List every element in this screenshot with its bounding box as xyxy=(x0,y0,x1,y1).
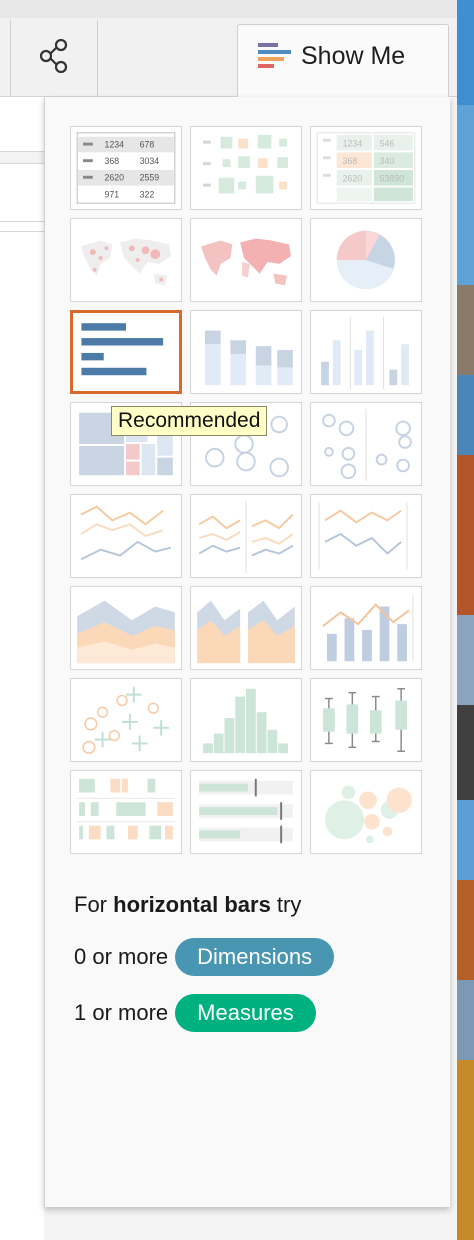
area-discrete-thumbnail[interactable] xyxy=(190,586,302,670)
dual-lines-thumbnail[interactable] xyxy=(310,494,422,578)
filled-map-thumbnail[interactable] xyxy=(190,218,302,302)
stacked-bars-thumbnail[interactable] xyxy=(190,310,302,394)
chart-hint: For horizontal bars try xyxy=(74,892,301,918)
hint-suffix: try xyxy=(270,892,302,917)
share-button[interactable] xyxy=(10,20,98,96)
text-table-thumbnail[interactable]: 1234 678 368 3034 2620 2559 971 322 xyxy=(70,126,182,210)
show-me-icon xyxy=(258,43,292,78)
measures-pill: Measures xyxy=(175,994,316,1032)
side-by-side-circles-thumbnail[interactable] xyxy=(310,402,422,486)
background-photo-strip xyxy=(457,0,474,1240)
horizontal-bars-thumbnail[interactable] xyxy=(70,310,182,394)
show-me-label: Show Me xyxy=(301,42,406,70)
lines-continuous-thumbnail[interactable] xyxy=(70,494,182,578)
highlight-cell: 546 xyxy=(380,139,395,149)
highlight-cell: 53890 xyxy=(380,174,405,184)
dimensions-count: 0 or more xyxy=(74,944,169,969)
table-cell: 2559 xyxy=(140,173,160,183)
gantt-chart-thumbnail[interactable] xyxy=(70,770,182,854)
show-me-tab[interactable]: Show Me xyxy=(237,24,449,98)
highlight-cell: 1234 xyxy=(343,139,363,149)
measures-requirement: 1 or more Measures xyxy=(74,994,316,1032)
packed-bubbles-thumbnail[interactable] xyxy=(310,770,422,854)
hint-prefix: For xyxy=(74,892,114,917)
symbol-map-thumbnail[interactable] xyxy=(70,218,182,302)
table-cell: 1234 xyxy=(105,140,125,150)
hint-chart-type: horizontal bars xyxy=(113,892,271,917)
worksheet-area xyxy=(0,97,44,1240)
table-cell: 368 xyxy=(105,156,120,166)
histogram-thumbnail[interactable] xyxy=(190,678,302,762)
lines-discrete-thumbnail[interactable] xyxy=(190,494,302,578)
toolbar: Show Me xyxy=(0,0,457,98)
table-cell: 678 xyxy=(140,140,155,150)
highlight-cell: 340 xyxy=(380,156,395,166)
dual-combination-thumbnail[interactable] xyxy=(310,586,422,670)
area-continuous-thumbnail[interactable] xyxy=(70,586,182,670)
symbol-table-thumbnail[interactable] xyxy=(190,126,302,210)
measures-count: 1 or more xyxy=(74,1000,169,1025)
pie-chart-thumbnail[interactable] xyxy=(310,218,422,302)
bullet-graph-thumbnail[interactable] xyxy=(190,770,302,854)
highlight-cell: 368 xyxy=(343,156,358,166)
box-and-whisker-thumbnail[interactable] xyxy=(310,678,422,762)
table-cell: 971 xyxy=(105,189,120,199)
highlight-cell: 2620 xyxy=(343,174,363,184)
scatter-plot-thumbnail[interactable] xyxy=(70,678,182,762)
dimensions-requirement: 0 or more Dimensions xyxy=(74,938,335,976)
table-cell: 2620 xyxy=(105,173,125,183)
table-cell: 322 xyxy=(140,189,155,199)
highlight-table-thumbnail[interactable]: 1234 546 368 340 2620 53890 xyxy=(310,126,422,210)
side-by-side-bars-thumbnail[interactable] xyxy=(310,310,422,394)
table-cell: 3034 xyxy=(140,156,160,166)
share-icon xyxy=(39,38,69,78)
toolbar-top-strip xyxy=(0,0,457,18)
recommended-tooltip: Recommended xyxy=(111,406,268,436)
dimensions-pill: Dimensions xyxy=(175,938,335,976)
